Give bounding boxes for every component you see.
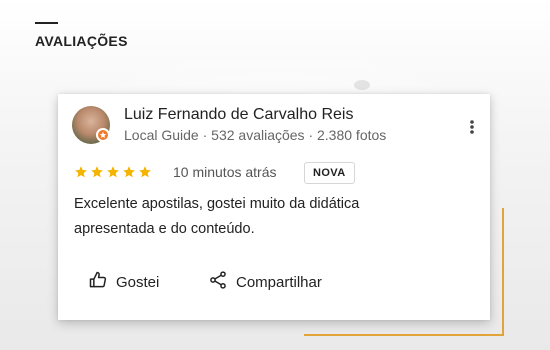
share-label: Compartilhar — [236, 273, 322, 291]
section-title: AVALIAÇÕES — [35, 33, 128, 49]
like-button[interactable]: Gostei — [88, 270, 159, 294]
star-icon — [123, 166, 135, 178]
like-label: Gostei — [116, 273, 160, 291]
decorative-dot — [354, 80, 370, 90]
author-name[interactable]: Luiz Fernando de Carvalho Reis — [124, 106, 353, 124]
star-rating — [74, 165, 152, 179]
accent-line-vertical — [502, 208, 504, 336]
review-text: Excelente apostilas, gostei muito da did… — [74, 196, 360, 237]
review-time: 10 minutos atrás — [173, 164, 277, 180]
new-badge: NOVA — [304, 162, 355, 184]
star-icon — [91, 166, 103, 178]
local-guide-badge-icon — [96, 128, 110, 142]
accent-line-horizontal — [304, 334, 504, 336]
star-icon — [75, 166, 87, 178]
review-card: Luiz Fernando de Carvalho Reis Local Gui… — [58, 94, 490, 320]
share-icon — [208, 270, 228, 294]
share-button[interactable]: Compartilhar — [208, 270, 322, 294]
more-vert-icon[interactable] — [466, 118, 478, 136]
star-icon — [107, 166, 119, 178]
section-divider — [35, 22, 58, 24]
star-icon — [139, 166, 151, 178]
author-meta: Local Guide · 532 avaliações · 2.380 fot… — [124, 127, 387, 143]
thumbs-up-icon — [88, 270, 108, 294]
